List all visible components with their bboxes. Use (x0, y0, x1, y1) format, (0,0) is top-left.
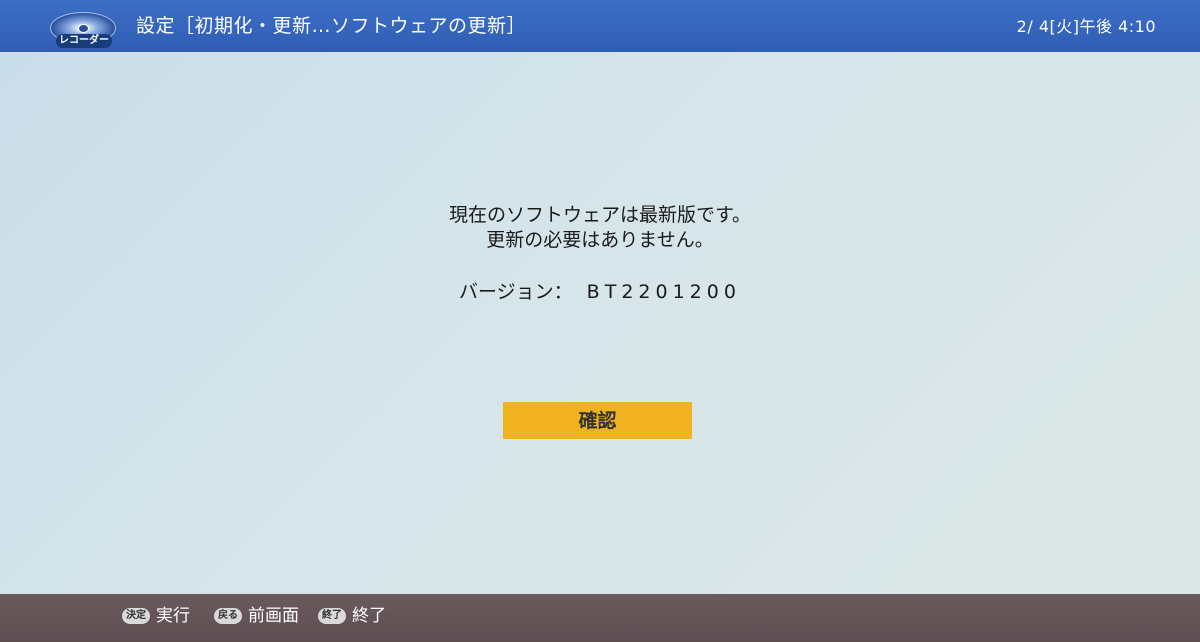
enter-key-icon: 決定 (122, 608, 150, 624)
version-value: BT2201200 (586, 281, 741, 303)
back-key-icon: 戻る (214, 608, 242, 624)
version-info: バージョン： BT2201200 (0, 279, 1200, 305)
confirm-button[interactable]: 確認 (503, 402, 692, 439)
status-line-2: 更新の必要はありません。 (486, 229, 714, 251)
hint-execute[interactable]: 決定 実行 (122, 604, 190, 628)
hint-execute-label: 実行 (156, 606, 190, 626)
hint-exit[interactable]: 終了 終了 (318, 604, 386, 628)
header-bar: レコーダー 設定［初期化・更新…ソフトウェアの更新］ 2/ 4[火]午後 4:1… (0, 0, 1200, 52)
status-message: 現在のソフトウェアは最新版です。 更新の必要はありません。 (0, 203, 1200, 253)
status-line-1: 現在のソフトウェアは最新版です。 (448, 204, 752, 226)
hint-back[interactable]: 戻る 前画面 (214, 604, 299, 628)
clock-datetime: 2/ 4[火]午後 4:10 (1016, 17, 1156, 36)
recorder-logo: レコーダー (46, 12, 122, 48)
footer-bar: 決定 実行 戻る 前画面 終了 終了 (0, 594, 1200, 642)
hint-back-label: 前画面 (248, 606, 299, 626)
version-label: バージョン： (459, 281, 573, 303)
hint-exit-label: 終了 (352, 606, 386, 626)
software-update-screen: レコーダー 設定［初期化・更新…ソフトウェアの更新］ 2/ 4[火]午後 4:1… (0, 0, 1200, 642)
exit-key-icon: 終了 (318, 608, 346, 624)
page-title: 設定［初期化・更新…ソフトウェアの更新］ (136, 15, 527, 37)
logo-label: レコーダー (56, 34, 112, 48)
